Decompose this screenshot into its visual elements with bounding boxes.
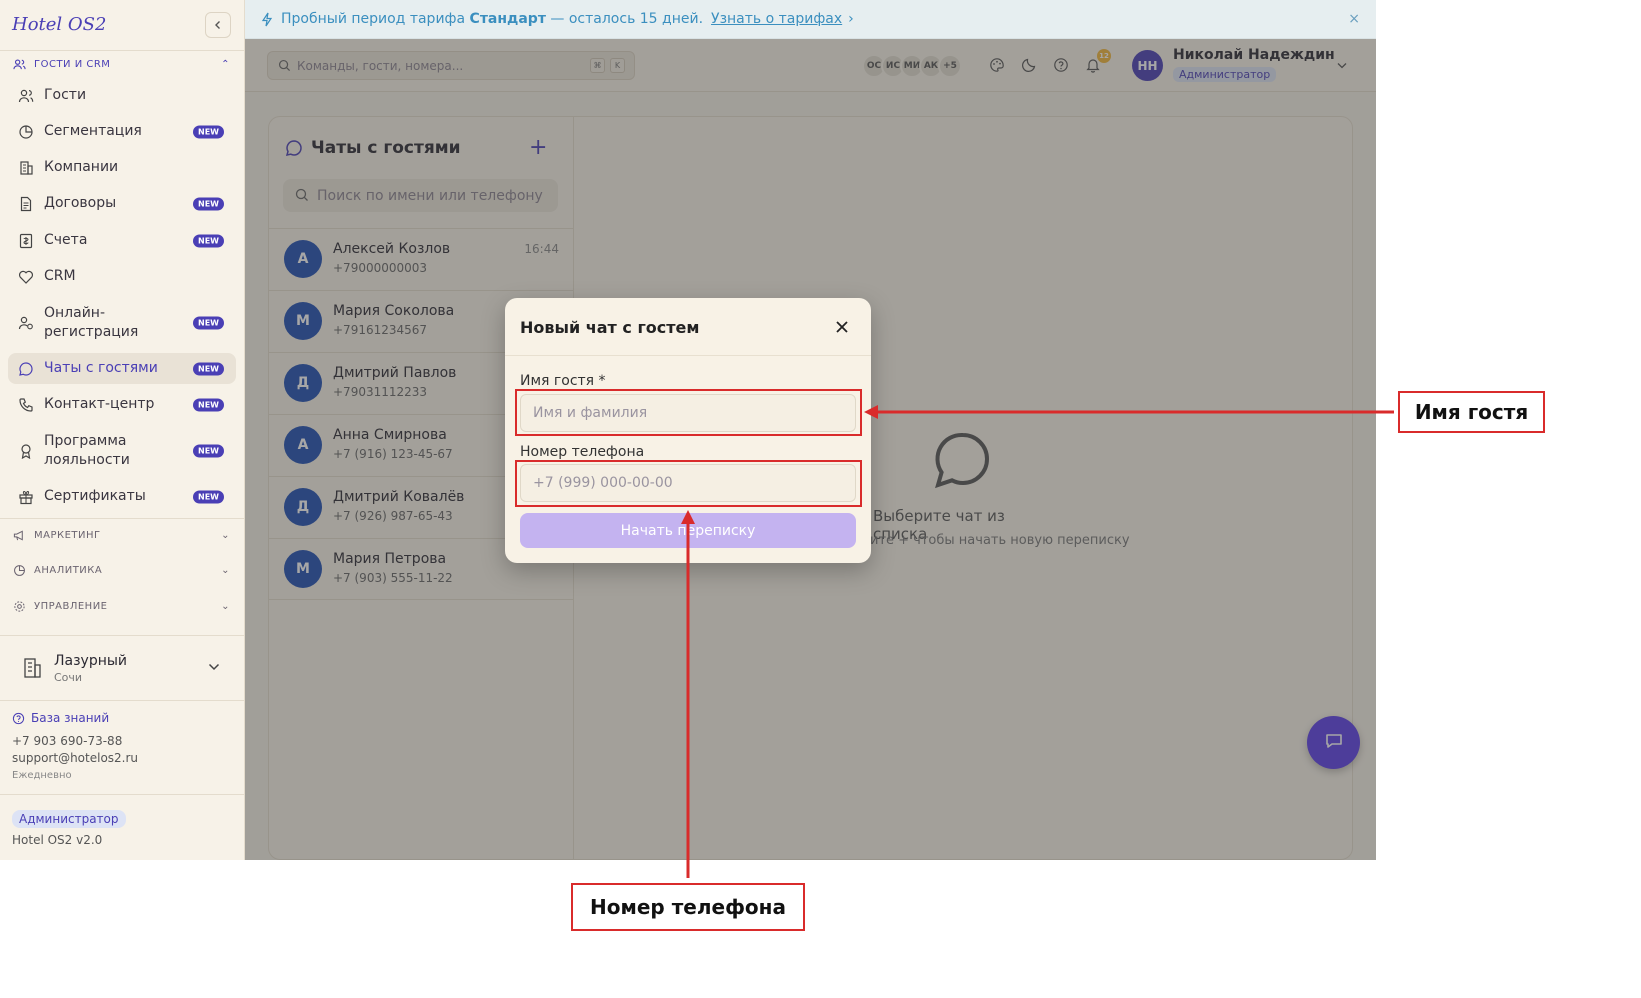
phone-callout-label: Номер телефона bbox=[571, 883, 805, 931]
annotation-arrows bbox=[681, 405, 1394, 878]
name-callout-label: Имя гостя bbox=[1398, 391, 1545, 433]
